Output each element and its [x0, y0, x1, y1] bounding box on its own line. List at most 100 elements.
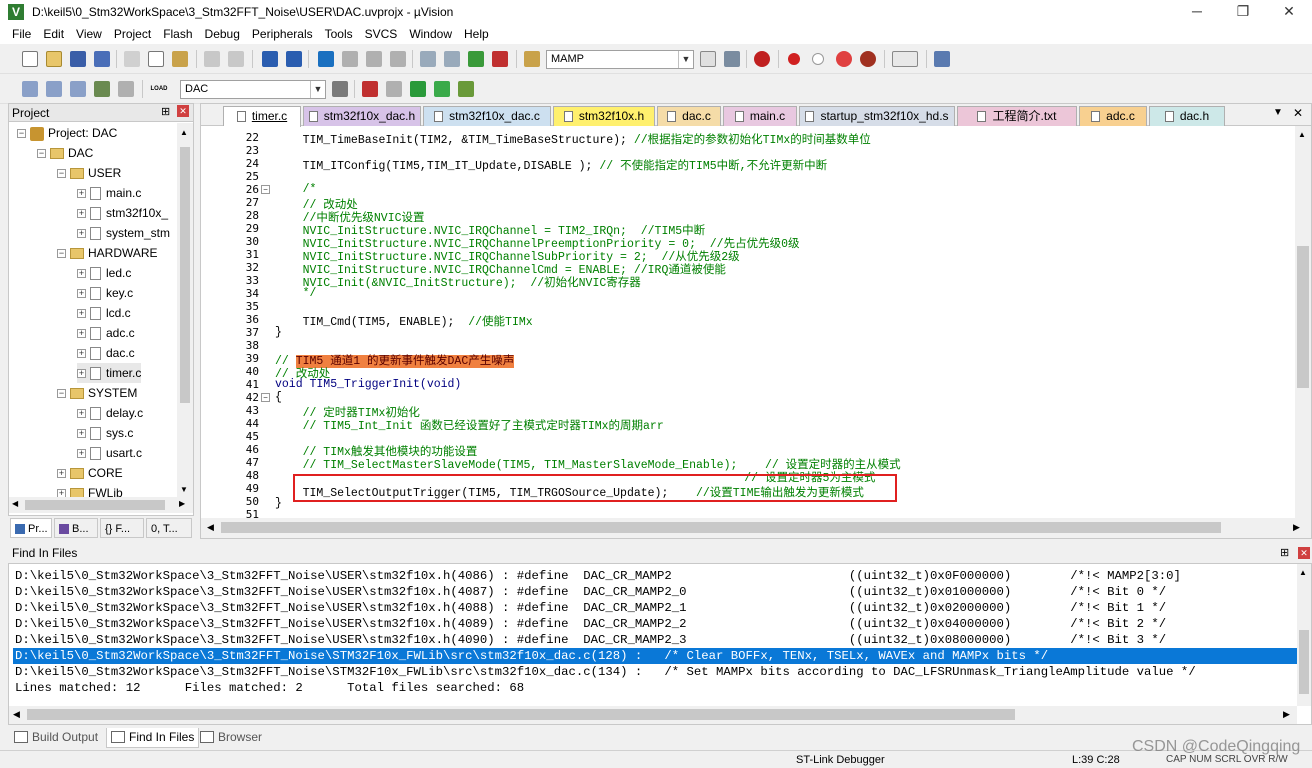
find-result-row[interactable]: D:\keil5\0_Stm32WorkSpace\3_Stm32FFT_Noi… — [15, 632, 1297, 648]
tab-functions[interactable]: {} F... — [100, 518, 144, 538]
find-result-row[interactable]: D:\keil5\0_Stm32WorkSpace\3_Stm32FFT_Noi… — [15, 600, 1297, 616]
file-tab[interactable]: dac.c — [657, 106, 721, 126]
configure-icon[interactable] — [934, 51, 950, 67]
tab-books[interactable]: B... — [54, 518, 98, 538]
file-tab[interactable]: main.c — [723, 106, 797, 126]
undo-icon[interactable] — [204, 51, 220, 67]
next-bookmark-icon[interactable] — [366, 51, 382, 67]
unindent-icon[interactable] — [444, 51, 460, 67]
incremental-find-icon[interactable] — [724, 51, 740, 67]
tab-build-output[interactable]: Build Output — [10, 728, 102, 748]
expand-icon[interactable]: + — [77, 429, 86, 439]
menu-debug[interactable]: Debug — [199, 24, 246, 44]
tree-item[interactable]: − USER — [57, 163, 121, 183]
expand-icon[interactable]: + — [77, 329, 86, 339]
target-combo[interactable]: DAC ▼ — [180, 80, 326, 99]
expand-icon[interactable]: + — [77, 209, 86, 219]
build-icon[interactable] — [46, 81, 62, 97]
close-file-icon[interactable]: ✕ — [1293, 106, 1303, 120]
find-scroll-thumb[interactable] — [1299, 630, 1309, 694]
editor-hscroll-thumb[interactable] — [221, 522, 1221, 533]
scroll-right-icon[interactable]: ▶ — [1293, 522, 1300, 533]
bookmark-icon[interactable] — [318, 51, 334, 67]
expand-icon[interactable]: + — [77, 309, 86, 319]
batch-build-icon[interactable] — [94, 81, 110, 97]
find-result-row[interactable]: D:\keil5\0_Stm32WorkSpace\3_Stm32FFT_Noi… — [15, 568, 1297, 584]
translate-icon[interactable] — [22, 81, 38, 97]
collapse-icon[interactable]: − — [17, 129, 26, 139]
editor-vertical-scrollbar[interactable]: ▲ — [1295, 126, 1311, 518]
file-tab[interactable]: stm32f10x.h — [553, 106, 655, 126]
scroll-up-icon[interactable]: ▲ — [1299, 568, 1307, 577]
find-combo[interactable]: MAMP ▼ — [546, 50, 694, 69]
close-button[interactable]: ✕ — [1266, 0, 1312, 24]
nav-forward-icon[interactable] — [286, 51, 302, 67]
scroll-up-icon[interactable]: ▲ — [180, 128, 188, 137]
tree-item[interactable]: + adc.c — [77, 323, 135, 343]
tree-hscroll-thumb[interactable] — [25, 500, 165, 510]
breakpoint-icon[interactable] — [788, 53, 800, 65]
expand-icon[interactable]: + — [57, 469, 66, 479]
menu-tools[interactable]: Tools — [319, 24, 359, 44]
indent-icon[interactable] — [420, 51, 436, 67]
tree-scroll-thumb[interactable] — [180, 147, 190, 403]
scroll-up-icon[interactable]: ▲ — [1298, 130, 1306, 139]
tab-project[interactable]: Pr... — [10, 518, 52, 538]
menu-window[interactable]: Window — [403, 24, 458, 44]
menu-flash[interactable]: Flash — [157, 24, 198, 44]
expand-icon[interactable]: + — [77, 449, 86, 459]
tree-item[interactable]: − DAC — [37, 143, 93, 163]
menu-project[interactable]: Project — [108, 24, 157, 44]
expand-icon[interactable]: + — [77, 189, 86, 199]
paste-icon[interactable] — [172, 51, 188, 67]
collapse-icon[interactable]: − — [57, 249, 66, 259]
tree-item[interactable]: + usart.c — [77, 443, 142, 463]
tree-item[interactable]: + timer.c — [77, 363, 142, 383]
save-icon[interactable] — [70, 51, 86, 67]
manage-project-items-icon[interactable] — [362, 81, 378, 97]
find-result-row[interactable]: D:\keil5\0_Stm32WorkSpace\3_Stm32FFT_Noi… — [15, 584, 1297, 600]
scroll-right-icon[interactable]: ▶ — [1283, 709, 1290, 720]
tree-item[interactable]: + CORE — [57, 463, 123, 483]
tree-item[interactable]: + delay.c — [77, 403, 143, 423]
tree-item[interactable]: + system_stm — [77, 223, 170, 243]
file-tab[interactable]: stm32f10x_dac.c — [423, 106, 551, 126]
close-icon[interactable]: ✕ — [177, 105, 189, 117]
find-icon[interactable] — [700, 51, 716, 67]
minimize-button[interactable]: ─ — [1174, 0, 1220, 24]
target-options-icon[interactable] — [332, 81, 348, 97]
scroll-right-icon[interactable]: ▶ — [179, 499, 185, 508]
menu-file[interactable]: File — [6, 24, 37, 44]
tree-item[interactable]: + key.c — [77, 283, 133, 303]
chevron-down-icon[interactable]: ▼ — [678, 51, 693, 68]
scroll-left-icon[interactable]: ◀ — [12, 499, 18, 508]
uncomment-icon[interactable] — [492, 51, 508, 67]
editor-scroll-thumb[interactable] — [1297, 246, 1309, 388]
new-file-icon[interactable] — [22, 51, 38, 67]
file-tab[interactable]: stm32f10x_dac.h — [303, 106, 421, 126]
expand-icon[interactable]: + — [77, 289, 86, 299]
tree-item[interactable]: + sys.c — [77, 423, 133, 443]
find-result-row[interactable]: D:\keil5\0_Stm32WorkSpace\3_Stm32FFT_Noi… — [13, 648, 1297, 664]
maximize-button[interactable]: ❐ — [1220, 0, 1266, 24]
find-in-files-icon[interactable] — [524, 51, 540, 67]
tab-find-in-files[interactable]: Find In Files — [106, 728, 200, 748]
comment-icon[interactable] — [468, 51, 484, 67]
stop-build-icon[interactable] — [118, 81, 134, 97]
menu-help[interactable]: Help — [458, 24, 495, 44]
file-tab[interactable]: dac.h — [1149, 106, 1225, 126]
kill-breakpoints-icon[interactable] — [836, 51, 852, 67]
collapse-icon[interactable]: − — [57, 389, 66, 399]
tab-list-icon[interactable]: ▼ — [1273, 107, 1283, 118]
tab-browser[interactable]: Browser — [196, 728, 266, 748]
scroll-left-icon[interactable]: ◀ — [207, 522, 214, 533]
prev-bookmark-icon[interactable] — [342, 51, 358, 67]
expand-icon[interactable]: + — [77, 269, 86, 279]
tree-item[interactable]: + dac.c — [77, 343, 135, 363]
chevron-down-icon[interactable]: ▼ — [310, 81, 325, 98]
scroll-down-icon[interactable]: ▼ — [180, 485, 188, 494]
open-folder-icon[interactable] — [46, 51, 62, 67]
find-result-row[interactable]: D:\keil5\0_Stm32WorkSpace\3_Stm32FFT_Noi… — [15, 616, 1297, 632]
scroll-left-icon[interactable]: ◀ — [13, 709, 20, 720]
tree-item[interactable]: − Project: DAC — [17, 123, 117, 143]
